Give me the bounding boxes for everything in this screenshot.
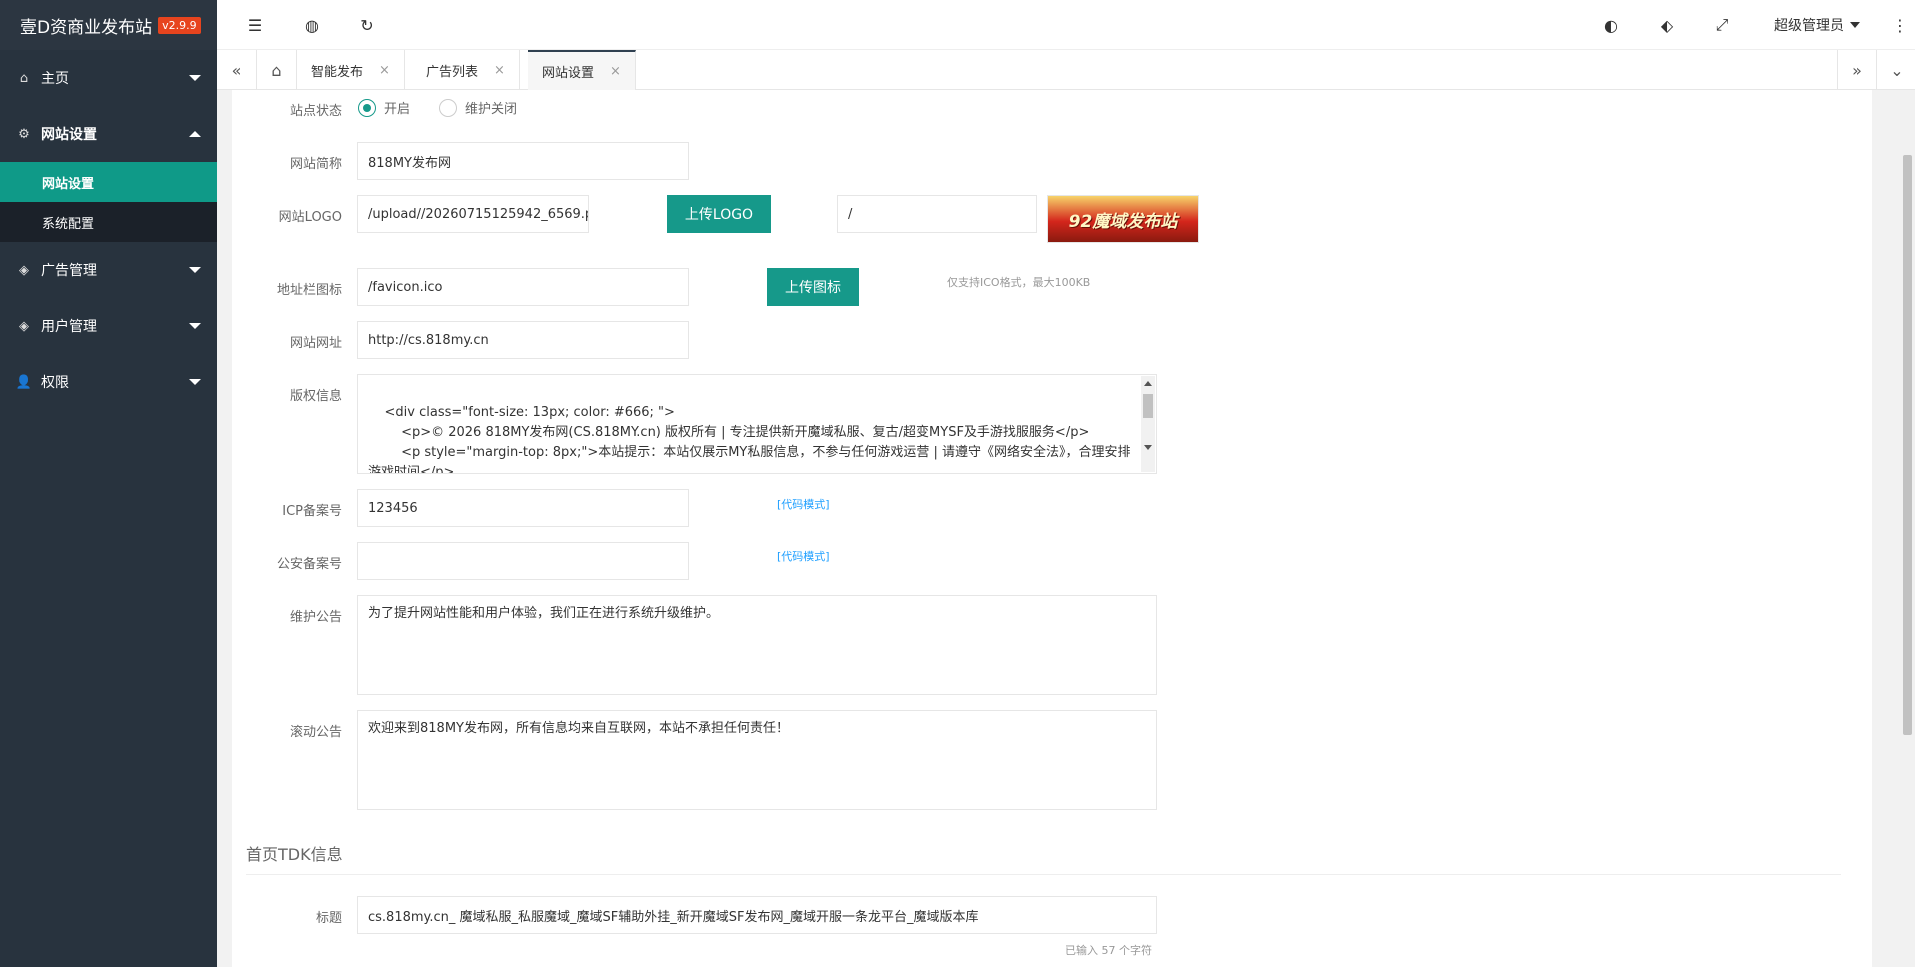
copyright-text: <div class="font-size: 13px; color: #666… <box>368 405 1131 474</box>
logo-preview-text: 92魔域发布站 <box>1068 211 1178 232</box>
gear-icon: ⚙ <box>18 126 30 142</box>
chevron-up-icon <box>189 131 201 137</box>
sidebar-submenu: 网站设置 系统配置 <box>0 162 217 242</box>
tabs-next-icon[interactable]: » <box>1837 50 1877 90</box>
sidebar-item-home[interactable]: ⌂ 主页 <box>0 50 217 106</box>
tab-site-settings[interactable]: 网站设置 × <box>528 50 636 90</box>
brand: 壹D资商业发布站 v2.9.9 <box>0 0 217 50</box>
police-code-mode-link[interactable]: [代码模式] <box>777 548 830 564</box>
user-icon: 👤 <box>15 374 33 390</box>
chevron-down-icon <box>189 379 201 385</box>
close-icon[interactable]: × <box>494 63 505 78</box>
police-label: 公安备案号 <box>276 557 342 572</box>
more-icon[interactable]: ⋮ <box>1885 0 1915 50</box>
tab-ad-list[interactable]: 广告列表 × <box>412 50 520 90</box>
home-tab-icon[interactable]: ⌂ <box>257 50 297 90</box>
sidebar-item-site-settings[interactable]: ⚙ 网站设置 <box>0 106 217 162</box>
sidebar-item-label: 网站设置 <box>41 127 97 143</box>
sidebar-item-label: 用户管理 <box>41 319 97 335</box>
char-count: 已输入 57 个字符 <box>1065 944 1152 957</box>
icp-input[interactable]: 123456 <box>357 489 689 527</box>
maintenance-textarea[interactable]: 为了提升网站性能和用户体验，我们正在进行系统升级维护。 <box>357 595 1157 695</box>
radio-unchecked-icon <box>439 98 457 117</box>
menu-toggle-icon[interactable]: ☰ <box>235 0 275 50</box>
sidebar-item-label: 权限 <box>41 375 69 391</box>
logo-label: 网站LOGO <box>278 210 342 225</box>
tabs-bar: « ⌂ 智能发布 × 广告列表 × 网站设置 × » ⌄ <box>217 50 1915 90</box>
chevron-down-icon <box>189 267 201 273</box>
tab-label: 网站设置 <box>542 65 595 81</box>
scroll-notice-label: 滚动公告 <box>289 725 342 740</box>
chevron-down-icon[interactable]: ⌄ <box>1877 50 1915 90</box>
short-name-input[interactable]: 818MY发布网 <box>357 142 689 180</box>
chevron-down-icon <box>1850 22 1860 28</box>
icp-code-mode-link[interactable]: [代码模式] <box>777 496 830 512</box>
sidebar-item-label: 主页 <box>41 71 69 87</box>
palette-icon[interactable]: ◐ <box>1591 0 1631 50</box>
section-divider <box>246 874 1841 875</box>
url-input[interactable]: http://cs.818my.cn <box>357 321 689 359</box>
sidebar-item-label: 广告管理 <box>41 263 97 279</box>
police-input[interactable] <box>357 542 689 580</box>
brand-name: 壹D资商业发布站 <box>20 17 153 38</box>
scroll-notice-textarea[interactable]: 欢迎来到818MY发布网，所有信息均来自互联网，本站不承担任何责任！ <box>357 710 1157 810</box>
copyright-textarea[interactable]: <div class="font-size: 13px; color: #666… <box>357 374 1157 474</box>
copyright-label: 版权信息 <box>289 389 342 404</box>
url-label: 网站网址 <box>289 336 342 351</box>
tdk-section-title: 首页TDK信息 <box>246 845 343 864</box>
home-icon: ⌂ <box>19 70 29 86</box>
fullscreen-icon[interactable]: ⤢ <box>1702 0 1742 50</box>
sidebar-subitem-system-config[interactable]: 系统配置 <box>0 202 217 242</box>
scroll-down-icon[interactable] <box>1144 445 1152 450</box>
status-label: 站点状态 <box>289 104 342 119</box>
refresh-icon[interactable]: ↻ <box>347 0 387 50</box>
tdk-title-input[interactable]: cs.818my.cn_ 魔域私服_私服魔域_魔域SF辅助外挂_新开魔域SF发布… <box>357 896 1157 934</box>
globe-icon[interactable]: ◍ <box>292 0 332 50</box>
tdk-title-label: 标题 <box>315 911 342 926</box>
chevron-down-icon <box>189 323 201 329</box>
diamond-icon: ◈ <box>19 318 29 334</box>
page-scrollbar[interactable] <box>1900 90 1915 967</box>
logo-secondary-input[interactable]: / <box>837 195 1037 233</box>
version-badge: v2.9.9 <box>158 16 201 34</box>
tab-smart-publish[interactable]: 智能发布 × <box>297 50 405 90</box>
close-icon[interactable]: × <box>379 63 390 78</box>
close-icon[interactable]: × <box>610 64 621 79</box>
radio-label: 开启 <box>384 102 411 117</box>
short-name-label: 网站简称 <box>289 157 342 172</box>
top-header: ☰ ◍ ↻ ◐ ⬖ ⤢ 超级管理员 ⋮ <box>217 0 1915 50</box>
sidebar: 壹D资商业发布站 v2.9.9 ⌂ 主页 ⚙ 网站设置 网站设置 系统配置 ◈ … <box>0 0 217 967</box>
sidebar-item-users[interactable]: ◈ 用户管理 <box>0 298 217 354</box>
favicon-label: 地址栏图标 <box>276 283 342 298</box>
favicon-hint: 仅支持ICO格式，最大100KB <box>947 276 1091 289</box>
settings-form: 站点状态 开启 维护关闭 网站简称 818MY发布网 网站LOGO /uploa… <box>232 90 1872 967</box>
textarea-scrollbar[interactable] <box>1141 376 1155 472</box>
status-off-radio[interactable]: 维护关闭 <box>439 98 517 117</box>
upload-icon-button[interactable]: 上传图标 <box>767 268 859 306</box>
sidebar-subitem-site-settings[interactable]: 网站设置 <box>0 162 217 202</box>
tabs-prev-icon[interactable]: « <box>217 50 257 90</box>
tab-label: 智能发布 <box>311 64 364 80</box>
chevron-down-icon <box>189 75 201 81</box>
tab-label: 广告列表 <box>426 64 479 80</box>
radio-label: 维护关闭 <box>465 102 518 117</box>
scroll-up-icon[interactable] <box>1144 381 1152 386</box>
logo-path-input[interactable]: /upload//20260715125942_6569.png <box>357 195 589 233</box>
upload-logo-button[interactable]: 上传LOGO <box>667 195 771 233</box>
logo-preview: 92魔域发布站 <box>1047 195 1199 243</box>
tag-icon[interactable]: ⬖ <box>1647 0 1687 50</box>
favicon-input[interactable]: /favicon.ico <box>357 268 689 306</box>
icp-label: ICP备案号 <box>282 504 342 519</box>
sidebar-item-permissions[interactable]: 👤 权限 <box>0 354 217 410</box>
scroll-thumb[interactable] <box>1143 394 1153 418</box>
status-on-radio[interactable]: 开启 <box>358 98 410 117</box>
admin-menu[interactable]: 超级管理员 <box>1774 0 1860 50</box>
diamond-icon: ◈ <box>19 262 29 278</box>
maintenance-label: 维护公告 <box>289 610 342 625</box>
sidebar-item-ads[interactable]: ◈ 广告管理 <box>0 242 217 298</box>
admin-name: 超级管理员 <box>1774 18 1844 34</box>
scroll-thumb[interactable] <box>1903 155 1912 735</box>
radio-checked-icon <box>358 98 376 117</box>
